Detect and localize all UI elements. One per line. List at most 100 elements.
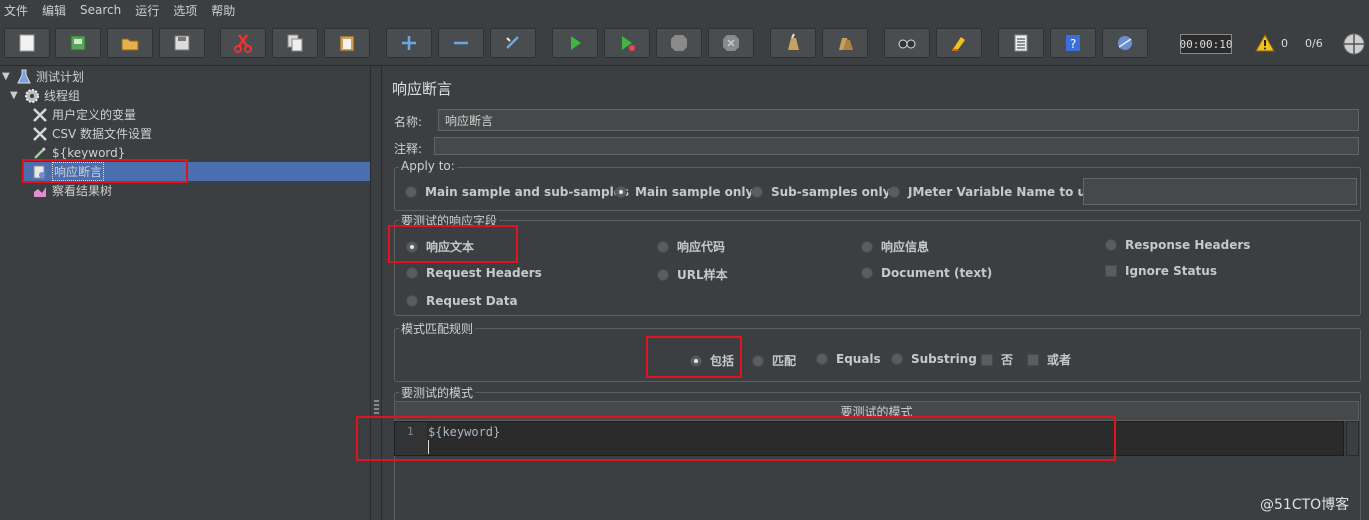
option-label: 响应信息 <box>881 240 930 254</box>
flask-icon <box>17 69 31 83</box>
menu-file[interactable]: 文件 <box>4 2 28 19</box>
apply-main-and-sub-radio[interactable]: Main sample and sub-samples <box>405 185 629 199</box>
clear-all-button[interactable] <box>822 28 868 58</box>
start-button[interactable] <box>552 28 598 58</box>
stop-button[interactable] <box>656 28 702 58</box>
help-button[interactable]: ? <box>1050 28 1096 58</box>
globe-icon[interactable] <box>1342 32 1366 56</box>
shutdown-icon <box>723 35 739 51</box>
variable-name-field[interactable] <box>1083 178 1357 205</box>
apply-main-only-radio[interactable]: Main sample only <box>615 185 753 199</box>
copy-icon <box>287 34 303 52</box>
start-no-pauses-button[interactable] <box>604 28 650 58</box>
tree-node-view-results-tree[interactable]: 察看结果树 <box>32 181 112 200</box>
warning-indicator[interactable]: 0 <box>1255 34 1288 52</box>
match-rules-title: 模式匹配规则 <box>399 320 476 337</box>
checkbox-box <box>1105 265 1117 277</box>
menu-options[interactable]: 选项 <box>173 2 197 19</box>
svg-text:?: ? <box>1070 37 1076 51</box>
collapse-all-button[interactable] <box>438 28 484 58</box>
tree-node-label: 用户定义的变量 <box>52 108 137 122</box>
cut-button[interactable] <box>220 28 266 58</box>
rule-or-checkbox[interactable]: 或者 <box>1027 351 1071 368</box>
field-response-headers-radio[interactable]: Response Headers <box>1105 238 1250 252</box>
thread-counter: 0/6 <box>1305 37 1323 50</box>
apply-variable-radio[interactable]: JMeter Variable Name to use <box>888 185 1101 199</box>
rule-equals-radio[interactable]: Equals <box>816 352 881 366</box>
start-no-pause-icon <box>622 36 635 51</box>
remote-button[interactable] <box>1102 28 1148 58</box>
search-button[interactable] <box>884 28 930 58</box>
option-label: 响应代码 <box>677 240 726 254</box>
paste-button[interactable] <box>324 28 370 58</box>
new-button[interactable] <box>4 28 50 58</box>
rule-substring-radio[interactable]: Substring <box>891 352 977 366</box>
tree-node-label: 测试计划 <box>36 70 85 84</box>
help-icon: ? <box>1066 35 1080 51</box>
toggle-button[interactable] <box>490 28 536 58</box>
field-request-data-radio[interactable]: Request Data <box>406 294 518 308</box>
splitter-grip[interactable] <box>374 400 379 416</box>
option-label: Sub-samples only <box>771 185 891 199</box>
expand-all-button[interactable] <box>386 28 432 58</box>
function-helper-button[interactable] <box>998 28 1044 58</box>
radio-dot <box>1105 239 1117 251</box>
ignore-status-checkbox[interactable]: Ignore Status <box>1105 264 1217 278</box>
gear-icon <box>25 88 39 103</box>
radio-dot <box>891 353 903 365</box>
jmeter-window: 文件 编辑 Search 运行 选项 帮助 ? 00:00:10 0 0/6 ▼… <box>0 0 1369 520</box>
menu-help[interactable]: 帮助 <box>211 2 235 19</box>
rule-not-checkbox[interactable]: 否 <box>981 351 1013 368</box>
tree-node-csv-data-set[interactable]: CSV 数据文件设置 <box>32 124 152 143</box>
shutdown-button[interactable] <box>708 28 754 58</box>
save-button[interactable] <box>159 28 205 58</box>
start-icon <box>571 36 581 50</box>
expand-caret[interactable]: ▼ <box>10 90 20 101</box>
name-field[interactable]: 响应断言 <box>438 109 1359 131</box>
tree-node-label: CSV 数据文件设置 <box>52 127 153 141</box>
function-helper-icon <box>1014 34 1028 52</box>
option-label: Equals <box>836 352 881 366</box>
radio-dot <box>406 267 418 279</box>
radio-dot <box>406 295 418 307</box>
stop-icon <box>671 35 687 51</box>
field-url-sample-radio[interactable]: URL样本 <box>657 266 728 283</box>
open-button[interactable] <box>107 28 153 58</box>
option-label: Main sample and sub-samples <box>425 185 630 199</box>
editor-scrollbar[interactable] <box>1346 421 1359 456</box>
field-response-message-radio[interactable]: 响应信息 <box>861 238 929 255</box>
menu-run[interactable]: 运行 <box>135 2 159 19</box>
response-field-group: 要测试的响应字段 响应文本 响应代码 响应信息 Response Headers… <box>394 212 1361 316</box>
apply-sub-only-radio[interactable]: Sub-samples only <box>751 185 890 199</box>
cut-icon <box>234 34 252 53</box>
expand-caret[interactable]: ▼ <box>2 71 12 82</box>
panel-title: 响应断言 <box>392 80 453 98</box>
tree-node-thread-group[interactable]: ▼ 线程组 <box>10 86 80 105</box>
rule-matches-radio[interactable]: 匹配 <box>752 352 796 369</box>
copy-button[interactable] <box>272 28 318 58</box>
paste-icon <box>339 35 355 52</box>
highlight-box <box>646 336 742 378</box>
templates-icon <box>70 35 86 51</box>
field-response-code-radio[interactable]: 响应代码 <box>657 238 725 255</box>
radio-dot <box>888 186 900 198</box>
tree-node-user-variables[interactable]: 用户定义的变量 <box>32 105 136 124</box>
field-request-headers-radio[interactable]: Request Headers <box>406 266 542 280</box>
comment-field[interactable] <box>434 137 1359 155</box>
menu-edit[interactable]: 编辑 <box>42 2 66 19</box>
field-document-text-radio[interactable]: Document (text) <box>861 266 992 280</box>
templates-button[interactable] <box>55 28 101 58</box>
wrench-icon <box>33 107 47 122</box>
tree-node-test-plan[interactable]: ▼ 测试计划 <box>2 67 84 86</box>
reset-search-button[interactable] <box>936 28 982 58</box>
checkbox-box <box>1027 353 1039 366</box>
collapse-icon <box>454 41 468 45</box>
checkbox-box <box>981 353 993 366</box>
radio-dot <box>657 240 669 253</box>
radio-dot <box>751 186 763 198</box>
clear-button[interactable] <box>770 28 816 58</box>
chart-icon <box>34 186 46 197</box>
clear-icon <box>788 33 799 50</box>
match-rules-group: 模式匹配规则 包括 匹配 Equals Substring 否 或者 <box>394 320 1361 382</box>
menu-search[interactable]: Search <box>80 3 121 17</box>
